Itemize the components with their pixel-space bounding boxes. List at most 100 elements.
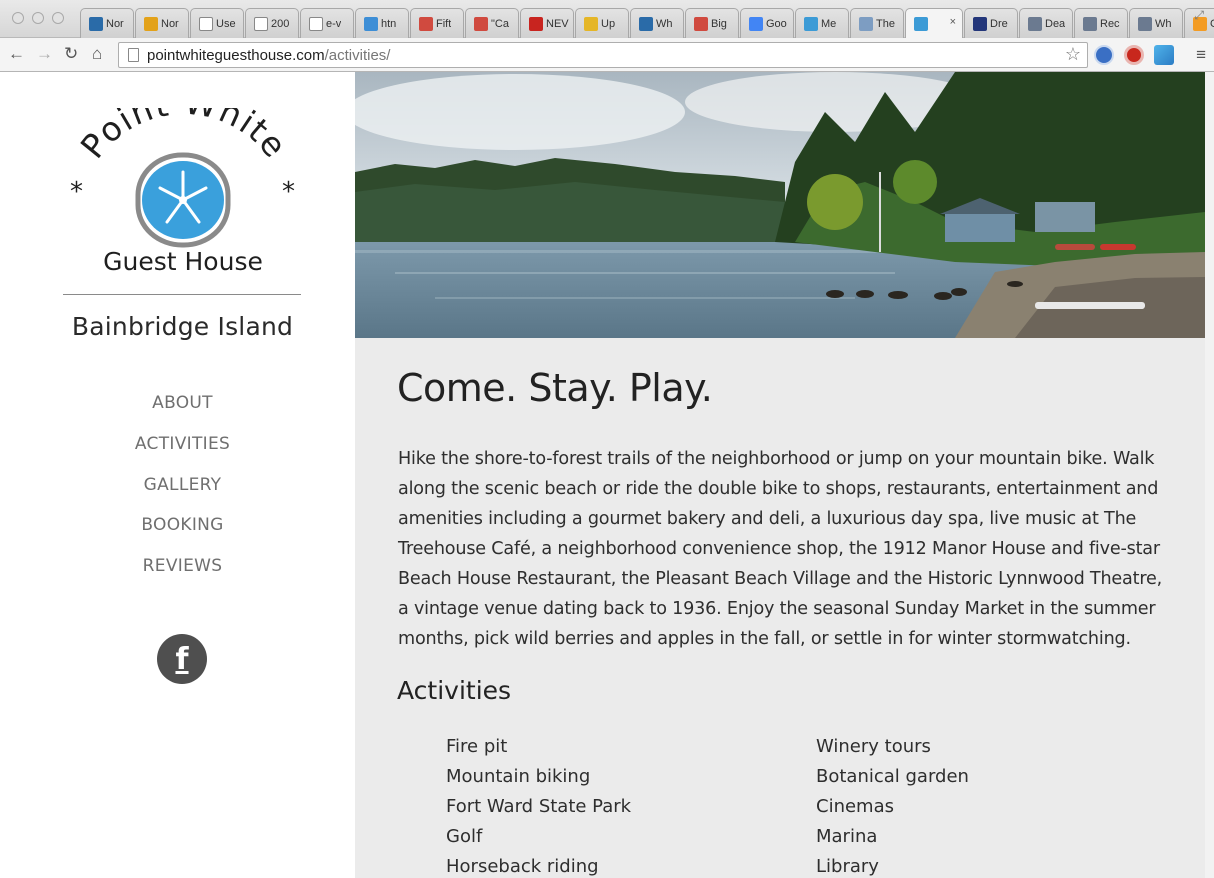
home-icon[interactable]: ⌂ [92,44,102,64]
tab-favicon-doc [859,16,873,31]
tagline: Bainbridge Island [71,312,294,341]
nav-link-reviews[interactable]: REVIEWS [143,556,223,576]
nav-link-activities[interactable]: ACTIVITIES [135,434,230,454]
list-item: Fort Ward State Park [446,796,632,817]
zoom-window-icon[interactable] [52,12,64,24]
tab-title: Big [711,17,727,30]
browser-tab[interactable]: Nor [135,8,189,38]
logo-star-right-icon: * [282,177,295,207]
nav-link-about[interactable]: ABOUT [152,393,213,413]
tab-favicon-compass [89,16,103,31]
tab-close-icon[interactable]: × [950,16,956,28]
browser-tab[interactable]: Dea [1019,8,1073,38]
bookmark-star-icon[interactable]: ☆ [1065,44,1081,65]
nav-link-gallery[interactable]: GALLERY [144,475,222,495]
activities-heading: Activities [397,676,512,705]
browser-tab[interactable]: Goo [740,8,794,38]
point-white-logo[interactable]: Point White * * Guest House [60,108,306,278]
tab-favicon-page [199,16,213,31]
tab-favicon-sun [144,16,158,31]
browser-menu-icon[interactable]: ≡ [1196,45,1206,65]
nav-link-booking[interactable]: BOOKING [141,515,223,535]
extension-adblock-icon[interactable] [1124,45,1144,65]
list-item: Winery tours [816,736,931,757]
tab-title: Wh [656,17,673,30]
tab-title: htn [381,17,397,30]
nav-item-reviews: REVIEWS [0,553,365,594]
list-item: Marina [816,826,878,847]
browser-tab[interactable]: Wh [1129,8,1183,38]
tab-title: Goo [766,17,787,30]
browser-tab[interactable]: The [850,8,904,38]
list-item: Fire pit [446,736,508,757]
forward-arrow-icon[interactable]: → [36,44,53,64]
page-icon [128,48,139,62]
list-item: Horseback riding [446,856,599,877]
browser-tab[interactable]: Use [190,8,244,38]
list-item: Cinemas [816,796,894,817]
tab-favicon-moon [973,16,987,31]
logo-star-left-icon: * [70,177,83,207]
tab-favicon-sanddollar [914,16,928,31]
sidebar: Point White * * Guest House Bainbridge I… [0,72,355,878]
page-headline: Come. Stay. Play. [397,366,713,410]
browser-tab[interactable]: "Ca [465,8,519,38]
tab-strip: Nor Nor Use 200 e-v htn Fift "Ca NEV Up Wh Big Goo Me… [80,8,1214,38]
tab-title: 200 [271,17,290,30]
close-window-icon[interactable] [12,12,24,24]
nav-item-about: ABOUT [0,390,365,431]
browser-tab[interactable]: htn [355,8,409,38]
tab-favicon-red [694,16,708,31]
tab-favicon-red [474,16,488,31]
tab-favicon-img [1138,16,1152,31]
browser-tab[interactable]: Fift [410,8,464,38]
list-item: Botanical garden [816,766,969,787]
browser-tab[interactable]: NEV [520,8,574,38]
hero-lake-image [355,72,1205,338]
tab-favicon-page [309,16,323,31]
nav-item-activities: ACTIVITIES [0,431,365,472]
tab-title: Wh [1155,17,1172,30]
nav-item-gallery: GALLERY [0,472,365,513]
page-scrollbar[interactable] [1205,72,1214,878]
tab-favicon-compass [639,16,653,31]
tab-title: NEV [546,17,569,30]
reload-icon[interactable]: ↻ [64,44,78,64]
list-item: Library [816,856,879,877]
browser-tab[interactable]: Wh [630,8,684,38]
tab-title: Dea [1045,17,1066,30]
tab-favicon-up [584,16,598,31]
url-text[interactable]: pointwhiteguesthouse.com/activities/ [147,47,390,64]
fullscreen-icon[interactable]: ⤢ [1194,8,1204,23]
tab-title: Me [821,17,837,30]
browser-tab[interactable]: × [905,8,963,38]
facebook-icon[interactable]: f [157,634,207,684]
extension-blue-icon[interactable] [1154,45,1174,65]
browser-tab[interactable]: e-v [300,8,354,38]
browser-tab[interactable]: Rec [1074,8,1128,38]
browser-tab[interactable]: Me [795,8,849,38]
tab-favicon-sanddollar [804,16,818,31]
tab-title: The [876,17,895,30]
browser-tab[interactable]: Big [685,8,739,38]
browser-tab[interactable]: Dre [964,8,1018,38]
browser-tab[interactable]: Nor [80,8,134,38]
main-content: Come. Stay. Play. Hike the shore-to-fore… [355,72,1205,878]
minimize-window-icon[interactable] [32,12,44,24]
tab-title: Dre [990,17,1008,30]
activities-list-right: Winery tours Botanical garden Cinemas Ma… [816,732,969,878]
intro-paragraph: Hike the shore-to-forest trails of the n… [398,449,1162,649]
tab-favicon-page [254,16,268,31]
address-bar[interactable]: pointwhiteguesthouse.com/activities/ ☆ [118,42,1088,68]
tab-title: Nor [161,17,179,30]
back-arrow-icon[interactable]: ← [8,44,25,64]
logo-divider [63,294,301,295]
tab-title: Rec [1100,17,1120,30]
browser-toolbar: ← → ↻ ⌂ pointwhiteguesthouse.com/activit… [0,38,1214,72]
tab-favicon-red [419,16,433,31]
tab-favicon-img [1028,16,1042,31]
extension-phone-icon[interactable] [1094,45,1114,65]
tab-title: "Ca [491,17,509,30]
browser-tab[interactable]: 200 [245,8,299,38]
browser-tab[interactable]: Up [575,8,629,38]
